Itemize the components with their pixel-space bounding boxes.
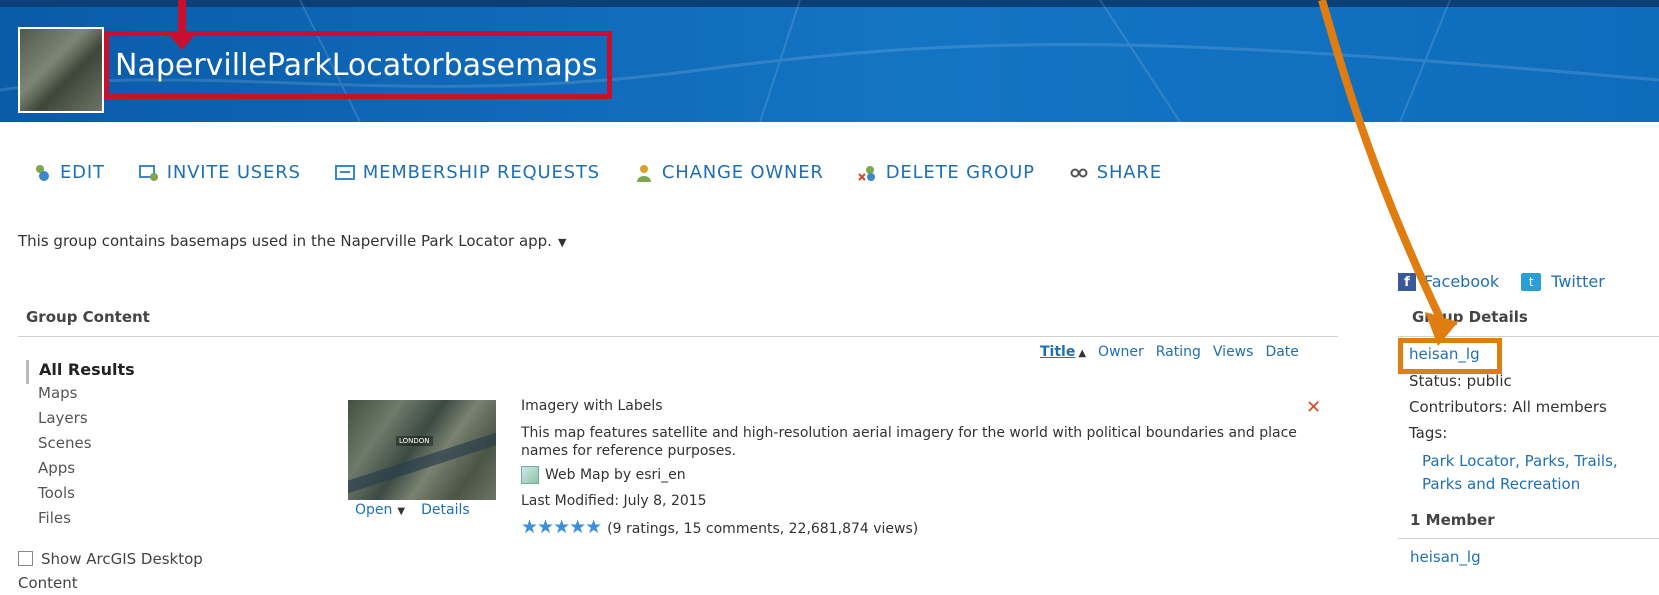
item-rating: ★★★★★ (9 ratings, 15 comments, 22,681,874… — [521, 516, 918, 538]
facet-all-results[interactable]: All Results — [26, 360, 135, 384]
item-type: Web Map by esri_en — [521, 466, 686, 484]
rating-stars-icon: ★★★★★ — [521, 516, 602, 538]
facebook-icon[interactable]: f — [1398, 272, 1416, 291]
sort-views[interactable]: Views — [1213, 344, 1254, 360]
show-desktop-content: Show ArcGIS Desktop Content — [18, 550, 203, 592]
group-details-divider — [1398, 336, 1659, 337]
edit-icon — [36, 164, 49, 181]
web-map-icon — [521, 466, 539, 484]
member-link[interactable]: heisan_lg — [1410, 548, 1481, 566]
group-owner-link[interactable]: heisan_lg — [1409, 345, 1480, 363]
open-dropdown-icon[interactable]: ▼ — [397, 506, 405, 517]
group-title-highlight: NapervilleParkLocatorbasemaps — [104, 31, 613, 99]
share-label: SHARE — [1096, 162, 1162, 183]
share-button[interactable]: SHARE — [1069, 162, 1162, 183]
group-content-heading: Group Content — [26, 308, 150, 326]
edit-button[interactable]: EDIT — [32, 162, 105, 183]
content-facets: All Results Maps Layers Scenes Apps Tool… — [26, 360, 135, 534]
sort-date[interactable]: Date — [1265, 344, 1298, 360]
item-thumbnail[interactable]: LONDON — [348, 400, 496, 500]
twitter-link[interactable]: Twitter — [1551, 272, 1605, 291]
members-heading: 1 Member — [1410, 511, 1495, 529]
group-status: Status: public — [1409, 372, 1512, 390]
facet-scenes[interactable]: Scenes — [26, 434, 135, 459]
invite-users-label: INVITE USERS — [166, 162, 301, 183]
invite-users-button[interactable]: INVITE USERS — [138, 162, 301, 183]
item-type-label: Web Map by esri_en — [545, 467, 686, 483]
sort-rating[interactable]: Rating — [1156, 344, 1201, 360]
item-last-modified: Last Modified: July 8, 2015 — [521, 493, 707, 509]
show-desktop-row[interactable]: Show ArcGIS Desktop — [18, 550, 203, 568]
item-description: This map features satellite and high-res… — [521, 425, 1297, 459]
facet-files[interactable]: Files — [26, 509, 135, 534]
item-details-link[interactable]: Details — [421, 502, 470, 518]
expand-description-icon[interactable]: ▼ — [558, 236, 566, 249]
show-desktop-label: Show ArcGIS Desktop — [41, 550, 203, 568]
delete-group-icon — [858, 165, 875, 181]
sort-bar: Title ▲ Owner Rating Views Date — [1040, 344, 1299, 360]
rating-text: (9 ratings, 15 comments, 22,681,874 view… — [607, 521, 919, 537]
group-title: NapervilleParkLocatorbasemaps — [115, 47, 598, 83]
change-owner-icon — [636, 164, 651, 182]
facet-maps[interactable]: Maps — [26, 384, 135, 409]
item-open-link[interactable]: Open — [355, 502, 392, 518]
membership-requests-icon — [334, 164, 355, 180]
membership-requests-label: MEMBERSHIP REQUESTS — [362, 162, 600, 183]
delete-group-button[interactable]: DELETE GROUP — [858, 162, 1035, 183]
change-owner-label: CHANGE OWNER — [661, 162, 824, 183]
members-divider — [1398, 538, 1659, 539]
group-thumbnail — [18, 27, 104, 113]
remove-item-icon[interactable]: ✕ — [1306, 397, 1321, 418]
twitter-icon[interactable]: t — [1521, 272, 1542, 291]
social-links: f Facebook t Twitter — [1398, 272, 1605, 291]
group-tags-label: Tags: — [1409, 424, 1448, 442]
item-title[interactable]: Imagery with Labels — [521, 398, 663, 414]
group-toolbar: EDIT INVITE USERS MEMBERSHIP REQUESTS CH… — [32, 162, 1196, 183]
thumbnail-label: LONDON — [396, 436, 433, 446]
group-details-heading: Group Details — [1412, 308, 1528, 326]
change-owner-button[interactable]: CHANGE OWNER — [634, 162, 824, 183]
sort-owner[interactable]: Owner — [1098, 344, 1144, 360]
invite-users-icon — [138, 164, 158, 181]
group-description-text: This group contains basemaps used in the… — [18, 232, 552, 250]
edit-label: EDIT — [60, 162, 105, 183]
group-tags[interactable]: Park Locator, Parks, Trails, Parks and R… — [1422, 450, 1652, 496]
sort-ascending-icon: ▲ — [1078, 348, 1087, 359]
facebook-link[interactable]: Facebook — [1424, 272, 1499, 291]
show-desktop-label-line2: Content — [18, 574, 78, 592]
membership-requests-button[interactable]: MEMBERSHIP REQUESTS — [334, 162, 600, 183]
sort-title-label: Title — [1040, 344, 1076, 360]
group-contributors: Contributors: All members — [1409, 398, 1607, 416]
show-desktop-checkbox[interactable] — [18, 551, 33, 566]
sort-title[interactable]: Title ▲ — [1040, 344, 1086, 360]
facet-apps[interactable]: Apps — [26, 459, 135, 484]
facet-tools[interactable]: Tools — [26, 484, 135, 509]
facet-layers[interactable]: Layers — [26, 409, 135, 434]
delete-group-label: DELETE GROUP — [885, 162, 1035, 183]
group-description: This group contains basemaps used in the… — [18, 232, 566, 250]
share-icon — [1070, 168, 1088, 177]
item-actions: Open ▼ Details — [355, 502, 470, 518]
group-content-divider — [18, 336, 1338, 337]
